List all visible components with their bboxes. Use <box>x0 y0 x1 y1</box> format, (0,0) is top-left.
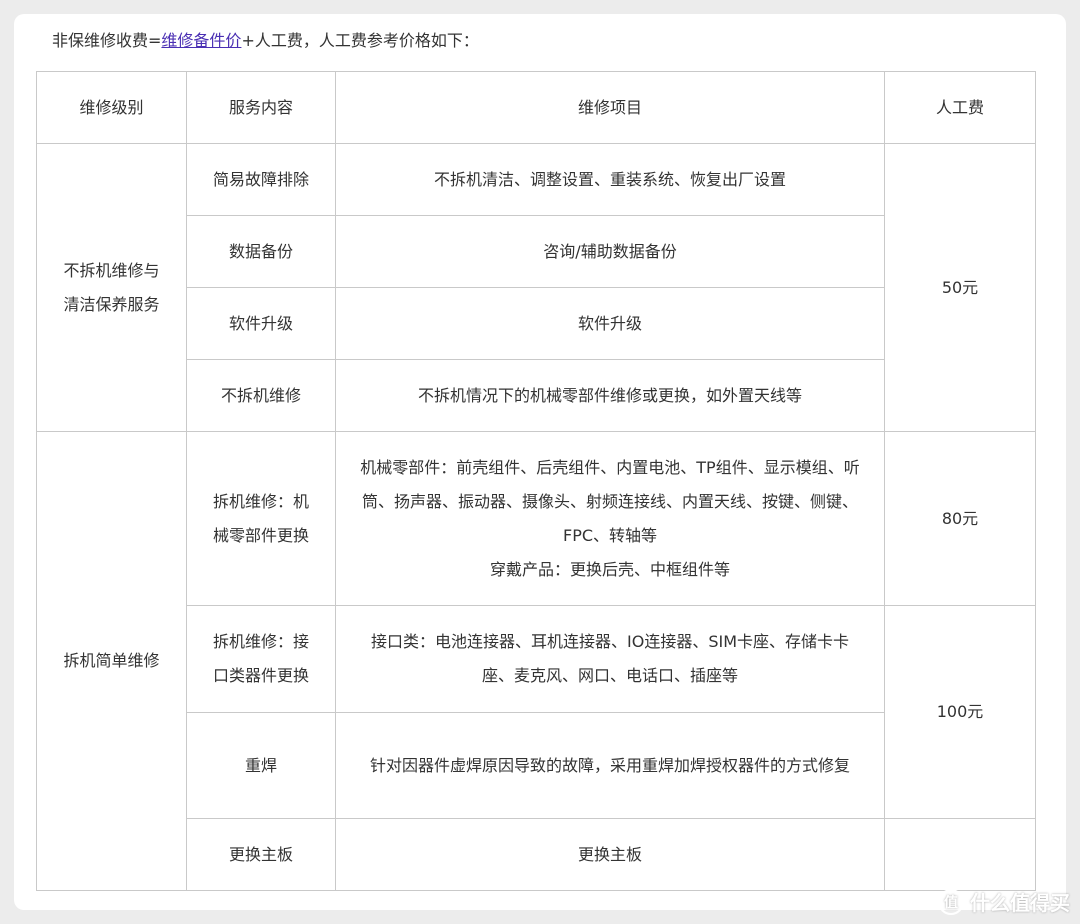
table-header-row: 维修级别 服务内容 维修项目 人工费 <box>36 71 1036 144</box>
service-cell: 重焊 <box>186 712 336 819</box>
fee-cell: 50元 <box>884 143 1036 432</box>
items-extra-text: 穿戴产品：更换后壳、中框组件等 <box>489 559 730 579</box>
items-cell: 机械零部件：前壳组件、后壳组件、内置电池、TP组件、显示模组、听筒、扬声器、振动… <box>335 431 885 606</box>
level-label-line2: 清洁保养服务 <box>63 294 160 314</box>
fee-cell-empty <box>884 818 1036 891</box>
items-cell: 接口类：电池连接器、耳机连接器、IO连接器、SIM卡座、存储卡卡座、麦克风、网口… <box>335 605 885 713</box>
header-fee: 人工费 <box>884 71 1036 144</box>
header-level: 维修级别 <box>36 71 187 144</box>
items-cell: 不拆机情况下的机械零部件维修或更换，如外置天线等 <box>335 359 885 432</box>
fee-cell: 100元 <box>884 605 1036 819</box>
watermark: 值 什么值得买 <box>938 887 1070 916</box>
items-cell: 不拆机清洁、调整设置、重装系统、恢复出厂设置 <box>335 143 885 216</box>
level-cell-no-disassembly: 不拆机维修与 清洁保养服务 <box>36 143 187 432</box>
header-service: 服务内容 <box>186 71 336 144</box>
service-cell: 更换主板 <box>186 818 336 891</box>
table-row: 拆机维修：接口类器件更换 接口类：电池连接器、耳机连接器、IO连接器、SIM卡座… <box>37 605 1036 819</box>
table-row: 拆机简单维修 拆机维修：机械零部件更换 机械零部件：前壳组件、后壳组件、内置电池… <box>36 431 1036 891</box>
spare-parts-price-link[interactable]: 维修备件价 <box>161 31 241 50</box>
header-items: 维修项目 <box>335 71 885 144</box>
items-cell: 咨询/辅助数据备份 <box>335 215 885 288</box>
items-cell: 软件升级 <box>335 287 885 360</box>
items-cell: 针对因器件虚焊原因导致的故障，采用重焊加焊授权器件的方式修复 <box>335 712 885 819</box>
service-cell: 简易故障排除 <box>186 143 336 216</box>
labor-fee-table: 维修级别 服务内容 维修项目 人工费 不拆机维修与 清洁保养服务 简易故障排除 … <box>36 71 1036 891</box>
intro-prefix: 非保维修收费= <box>52 31 162 50</box>
service-cell: 数据备份 <box>186 215 336 288</box>
fee-cell: 80元 <box>884 431 1036 606</box>
table-row: 更换主板 更换主板 <box>37 818 1036 891</box>
service-cell: 软件升级 <box>186 287 336 360</box>
service-cell: 拆机维修：接口类器件更换 <box>186 605 336 713</box>
service-cell: 拆机维修：机械零部件更换 <box>186 431 336 606</box>
intro-text: 非保维修收费=维修备件价+人工费，人工费参考价格如下： <box>52 30 479 52</box>
items-text: 机械零部件：前壳组件、后壳组件、内置电池、TP组件、显示模组、听筒、扬声器、振动… <box>360 457 860 545</box>
content-card: 非保维修收费=维修备件价+人工费，人工费参考价格如下： 维修级别 服务内容 维修… <box>14 14 1066 910</box>
watermark-text: 什么值得买 <box>970 891 1070 915</box>
level-label-line1: 不拆机维修与 <box>63 260 160 280</box>
table-row: 不拆机维修与 清洁保养服务 简易故障排除 不拆机清洁、调整设置、重装系统、恢复出… <box>36 143 1036 432</box>
svg-text:值: 值 <box>944 894 958 911</box>
service-cell: 不拆机维修 <box>186 359 336 432</box>
zhi-logo-icon: 值 <box>938 888 964 915</box>
items-cell: 更换主板 <box>335 818 885 891</box>
level-cell-simple-disassembly: 拆机简单维修 <box>36 431 187 891</box>
intro-suffix: +人工费，人工费参考价格如下： <box>241 31 479 50</box>
